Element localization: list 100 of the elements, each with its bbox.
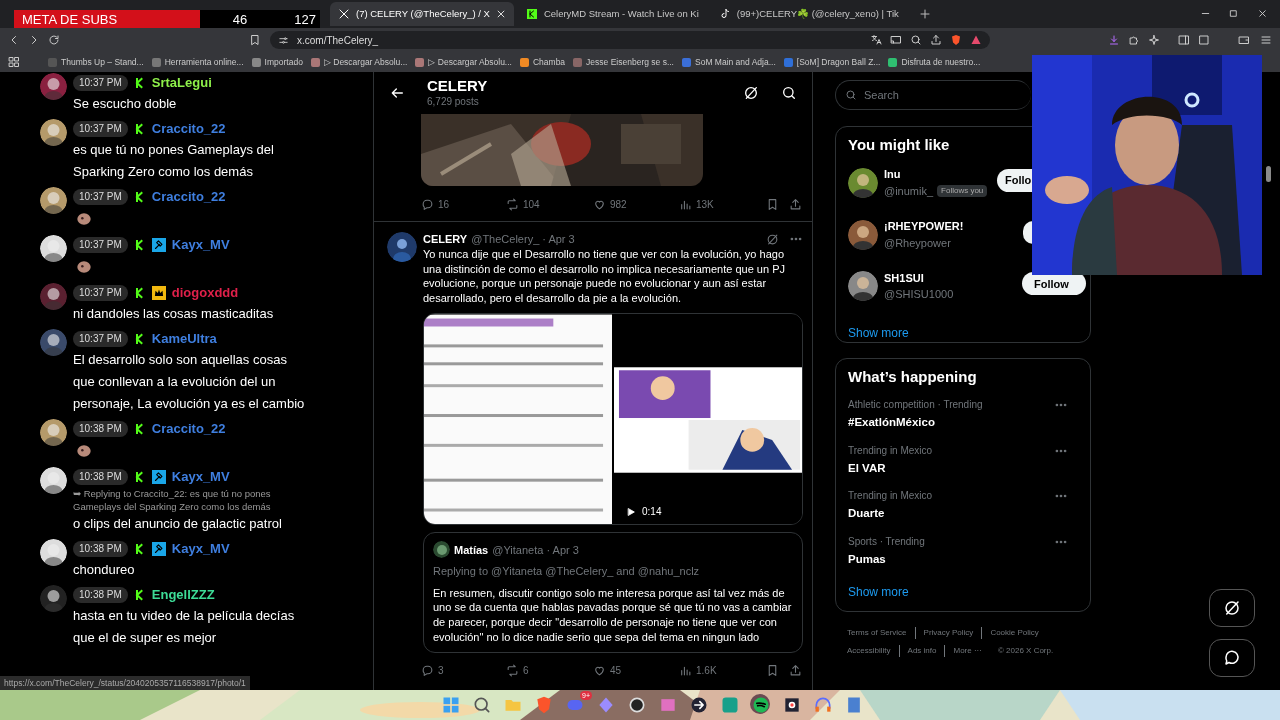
spotify-icon[interactable] (751, 695, 771, 715)
show-more-link[interactable]: Show more (848, 324, 909, 342)
apps-grid-icon[interactable] (8, 56, 20, 68)
close-icon[interactable] (495, 9, 506, 19)
bookmark[interactable]: Jesse Eisenberg se s... (573, 55, 674, 69)
browser-tab[interactable]: CeleryMD Stream - Watch Live on Ki (517, 2, 707, 26)
stat-button[interactable]: 3 (421, 662, 506, 678)
search-icon[interactable] (781, 85, 797, 101)
sparkle-icon[interactable] (1148, 34, 1160, 46)
chat-timestamp: 10:38 PM (73, 541, 128, 557)
stat-button[interactable]: 6 (506, 662, 593, 678)
tweet-text: Yo nunca dije que el Desarrollo no tiene que ver con la evolución, yo hago una distinción de como el desarrollo no implica necesariamente que un PJ evolucione, porque un personaje puede no evolucionar y aun así estar desarrollado, pero el desarrollo da pie a la evolución. (423, 247, 786, 306)
back-arrow-icon[interactable] (389, 85, 405, 101)
reply-context: Replying to @Yitaneta @TheCelery_ and @nahu_nclz (433, 564, 701, 580)
chat-timestamp: 10:38 PM (73, 469, 128, 485)
x-logo-icon (338, 8, 350, 20)
account-name: ¡RHEYPOWER! (884, 219, 964, 234)
chat-username: Craccito_22 (151, 188, 226, 207)
trend-topic[interactable]: El VAR (848, 459, 933, 477)
trend-topic[interactable]: Pumas (848, 550, 925, 568)
bookmark[interactable]: Importado (251, 55, 303, 69)
trend-topic[interactable]: #ExatlónMéxico (848, 414, 983, 432)
stat-button[interactable]: 1.6K (679, 662, 759, 678)
bookmark[interactable]: [SoM] Dragon Ball Z... (783, 55, 881, 69)
footer-link[interactable]: © 2026 X Corp. (997, 645, 1062, 657)
browser-tab[interactable]: (7) CELERY (@TheCelery_) / X (330, 2, 514, 26)
chat-timestamp: 10:37 PM (73, 331, 128, 347)
show-more-link[interactable]: Show more (848, 583, 909, 601)
media-card[interactable]: 0:14 (423, 313, 803, 526)
note-icon (718, 8, 731, 20)
footer-link[interactable]: Terms of Service (847, 627, 916, 639)
wallet-icon[interactable] (1238, 34, 1250, 46)
share-icon[interactable] (930, 34, 942, 46)
lion-shield-icon[interactable] (950, 34, 962, 46)
profile-name: CELERY (427, 77, 488, 94)
scrollbar-thumb[interactable] (1266, 166, 1271, 182)
bookmark-icon[interactable] (766, 663, 779, 677)
close-icon[interactable] (1257, 8, 1268, 19)
stat-button[interactable]: 104 (506, 196, 593, 212)
share-icon[interactable] (789, 663, 802, 677)
chat-message: es que tú no pones Gameplays del Sparking Zero como los demás (73, 141, 275, 181)
chat-username: Craccito_22 (151, 120, 226, 139)
quote-card[interactable] (423, 532, 803, 654)
follow-button[interactable]: Follo (997, 169, 1033, 192)
bookmark[interactable]: ▷ Descargar Absolu... (310, 55, 408, 69)
bookmark[interactable]: Thumbs Up – Stand... (48, 55, 144, 69)
sidebar-icon[interactable] (1178, 34, 1190, 46)
chat-username: Kayx_MV (171, 540, 230, 559)
footer-link[interactable]: Cookie Policy (990, 627, 1047, 639)
puzzle-icon[interactable] (1128, 34, 1140, 46)
address-bar[interactable]: x.com/TheCelery_ (270, 31, 990, 49)
bookmark[interactable]: Herramienta online... (151, 55, 244, 69)
footer-link[interactable]: More ··· (953, 645, 990, 657)
menu-icon[interactable] (1260, 34, 1272, 46)
bookmark[interactable]: Chamba (519, 55, 566, 69)
trend-context: Trending in Mexico (848, 489, 933, 503)
headphones-icon[interactable] (813, 695, 833, 715)
footer-link[interactable]: Accessibility (847, 645, 900, 657)
grok-icon[interactable] (743, 85, 759, 101)
stat-button[interactable]: 45 (593, 662, 679, 678)
chat-username: Kayx_MV (171, 468, 230, 487)
maximize-icon[interactable] (1228, 8, 1239, 19)
download-icon[interactable] (1108, 34, 1120, 46)
section-title: What’s happening (848, 367, 978, 387)
bookmark-icon[interactable] (766, 197, 779, 211)
trend-context: Trending in Mexico (848, 443, 933, 458)
stat-button[interactable]: 982 (593, 196, 679, 212)
lion-shield-icon[interactable] (534, 695, 554, 715)
play-icon[interactable] (626, 506, 636, 517)
chat-message: ni dandoles las cosas masticaditas (73, 305, 275, 323)
chat-timestamp: 10:37 PM (73, 75, 128, 91)
cast-icon[interactable] (890, 34, 902, 46)
share-icon[interactable] (789, 197, 802, 211)
footer-link[interactable]: Privacy Policy (923, 627, 983, 639)
video-duration: 0:14 (642, 505, 662, 520)
trend-context: Sports · Trending (848, 534, 925, 549)
bookmark[interactable]: Disfruta de nuestro... (888, 55, 981, 69)
stat-button[interactable]: 13K (679, 196, 759, 212)
reload-icon[interactable] (48, 34, 60, 46)
translate-icon[interactable] (870, 34, 882, 46)
browser-tab[interactable]: (99+)CELERY☘ (@celery_xeno) | Tik (710, 2, 907, 26)
chat-username: SrtaLegui (151, 74, 212, 93)
stat-button[interactable]: 16 (421, 196, 506, 212)
search-icon (845, 89, 857, 101)
plus-icon[interactable] (918, 8, 931, 20)
site-settings-icon[interactable] (278, 34, 289, 46)
floating-button[interactable] (1209, 589, 1255, 627)
section-title: You might like (848, 135, 951, 155)
zoom-icon[interactable] (910, 34, 922, 46)
bookmark[interactable]: ▷ Descargar Absolu... (415, 55, 512, 69)
ring-icon[interactable] (627, 695, 647, 715)
trend-topic[interactable]: Duarte (848, 505, 933, 523)
floating-button[interactable] (1209, 639, 1255, 677)
chat-message: chondureo (73, 561, 136, 579)
footer-link[interactable]: Ads info (907, 645, 946, 657)
panel-icon[interactable] (1198, 34, 1210, 46)
triangle-icon[interactable] (970, 34, 982, 46)
bookmark[interactable]: SoM Main and Adja... (682, 55, 776, 69)
reply-icon (421, 663, 434, 677)
bookmark-icon[interactable] (249, 34, 261, 46)
